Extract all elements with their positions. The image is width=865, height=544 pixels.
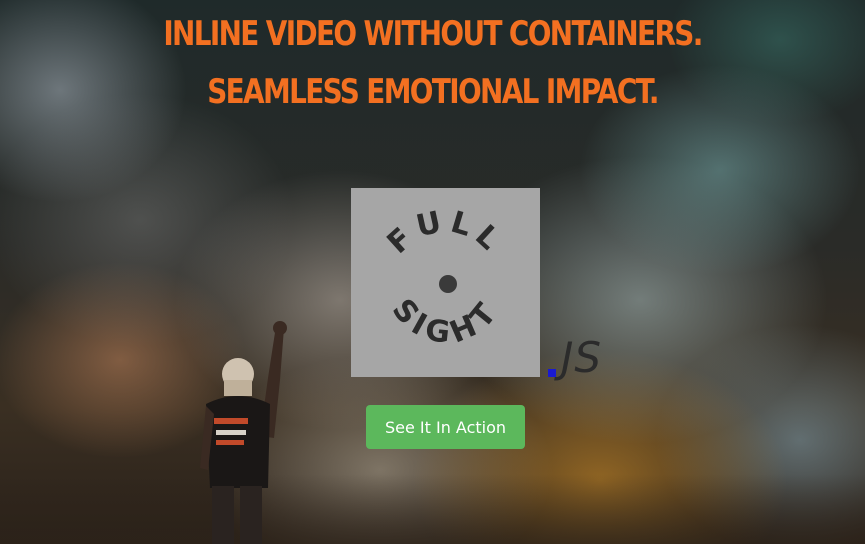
logo-center-dot [439, 275, 457, 293]
street-ground [0, 474, 865, 544]
see-it-in-action-button[interactable]: See It In Action [366, 405, 525, 449]
logo-word-top: FULL [381, 204, 505, 261]
logo-word-bottom: SIGHT [385, 292, 501, 351]
js-dot [548, 369, 556, 377]
fullsight-logo-mark: FULL SIGHT [381, 204, 511, 352]
headline-line-2: SEAMLESS EMOTIONAL IMPACT. [207, 72, 659, 112]
svg-text:SIGHT: SIGHT [385, 292, 507, 351]
logo-suffix-js: JS [561, 333, 603, 382]
svg-text:FULL: FULL [381, 204, 511, 261]
protester-silhouette [200, 321, 287, 544]
fullsight-logo: FULL SIGHT [351, 188, 540, 377]
headline-line-1: INLINE VIDEO WITHOUT CONTAINERS. [163, 14, 703, 54]
